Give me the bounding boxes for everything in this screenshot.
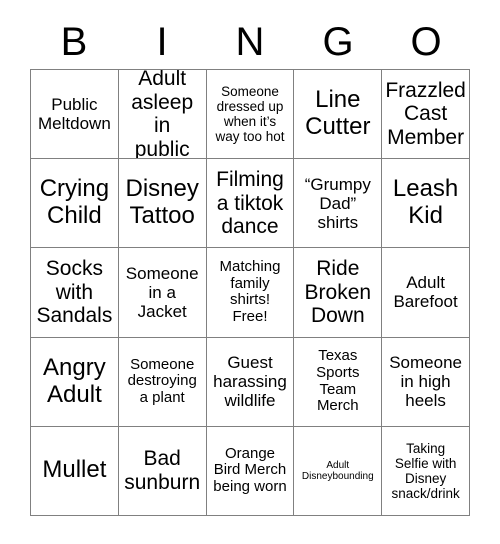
bingo-square[interactable]: Leash Kid bbox=[382, 159, 470, 249]
bingo-square[interactable]: Line Cutter bbox=[294, 70, 383, 160]
bingo-square-label: Matching family shirts! Free! bbox=[219, 257, 281, 326]
bingo-square-label: Line Cutter bbox=[305, 86, 371, 141]
bingo-square[interactable]: Angry Adult bbox=[31, 337, 119, 427]
header-letter-n: N bbox=[235, 19, 265, 64]
bingo-square-label: Disney Tattoo bbox=[125, 175, 199, 230]
bingo-square-label: Bad sunburn bbox=[124, 447, 201, 494]
header-letter-b: B bbox=[60, 19, 88, 64]
bingo-square-label: Ride Broken Down bbox=[304, 257, 372, 328]
bingo-square[interactable]: “Grumpy Dad” shirts bbox=[294, 159, 383, 249]
bingo-square-label: Someone destroying a plant bbox=[127, 355, 197, 407]
bingo-square[interactable]: Someone in a Jacket bbox=[118, 248, 207, 338]
bingo-square[interactable]: Someone destroying a plant bbox=[118, 337, 207, 427]
bingo-square-label: Frazzled Cast Member bbox=[385, 78, 466, 149]
bingo-square-label: Adult Barefoot bbox=[393, 273, 458, 312]
bingo-square-label: Guest harassing wildlife bbox=[213, 353, 287, 411]
bingo-square-label: “Grumpy Dad” shirts bbox=[304, 174, 371, 232]
bingo-square-label: Angry Adult bbox=[43, 353, 106, 408]
bingo-grid: Public Meltdown Adult asleep in public Som… bbox=[30, 69, 470, 516]
header-letter-i: I bbox=[156, 19, 168, 64]
bingo-square-label: Orange Bird Merch being worn bbox=[213, 444, 287, 496]
bingo-square-label: Adult Disneybounding bbox=[301, 459, 374, 482]
bingo-square[interactable]: Someone in high heels bbox=[382, 337, 470, 427]
bingo-card: B I N G O Public Meltdown Adult asleep in… bbox=[0, 0, 500, 544]
bingo-square-label: Socks with Sandals bbox=[36, 257, 113, 328]
bingo-square[interactable]: Matching family shirts! Free! bbox=[206, 248, 295, 338]
bingo-square-label: Adult asleep in public bbox=[131, 70, 194, 160]
bingo-square-label: Leash Kid bbox=[392, 175, 459, 230]
bingo-square-label: Someone in a Jacket bbox=[125, 263, 199, 321]
bingo-square-label: Texas Sports Team Merch bbox=[316, 347, 360, 415]
bingo-square[interactable]: Adult Barefoot bbox=[382, 248, 470, 338]
bingo-square[interactable]: Adult Disneybounding bbox=[294, 426, 383, 516]
bingo-square-label: Someone dressed up when it’s way too hot bbox=[215, 83, 285, 145]
bingo-square[interactable]: Mullet bbox=[31, 426, 119, 516]
bingo-square[interactable]: Frazzled Cast Member bbox=[382, 70, 470, 160]
bingo-square[interactable]: Filming a tiktok dance bbox=[206, 159, 295, 249]
bingo-square[interactable]: Socks with Sandals bbox=[31, 248, 119, 338]
bingo-square[interactable]: Taking Selfie with Disney snack/drink bbox=[382, 426, 470, 516]
bingo-square[interactable]: Disney Tattoo bbox=[118, 159, 207, 249]
bingo-square[interactable]: Bad sunburn bbox=[118, 426, 207, 516]
bingo-square[interactable]: Public Meltdown bbox=[31, 70, 119, 160]
bingo-square[interactable]: Ride Broken Down bbox=[294, 248, 383, 338]
bingo-square-label: Someone in high heels bbox=[389, 353, 462, 411]
bingo-square-label: Crying Child bbox=[39, 175, 110, 230]
header-letter-g: G bbox=[322, 19, 354, 64]
bingo-square-label: Filming a tiktok dance bbox=[216, 168, 284, 239]
bingo-square[interactable]: Adult asleep in public bbox=[118, 70, 207, 160]
bingo-square[interactable]: Texas Sports Team Merch bbox=[294, 337, 383, 427]
bingo-header: B I N G O bbox=[30, 14, 470, 69]
bingo-square-label: Public Meltdown bbox=[38, 95, 111, 134]
bingo-square-label: Taking Selfie with Disney snack/drink bbox=[391, 440, 460, 501]
bingo-square-label: Mullet bbox=[42, 456, 107, 484]
header-letter-o: O bbox=[410, 19, 442, 64]
bingo-square[interactable]: Crying Child bbox=[31, 159, 119, 249]
bingo-square[interactable]: Guest harassing wildlife bbox=[206, 337, 295, 427]
bingo-square[interactable]: Orange Bird Merch being worn bbox=[206, 426, 295, 516]
bingo-square[interactable]: Someone dressed up when it’s way too hot bbox=[206, 70, 295, 160]
